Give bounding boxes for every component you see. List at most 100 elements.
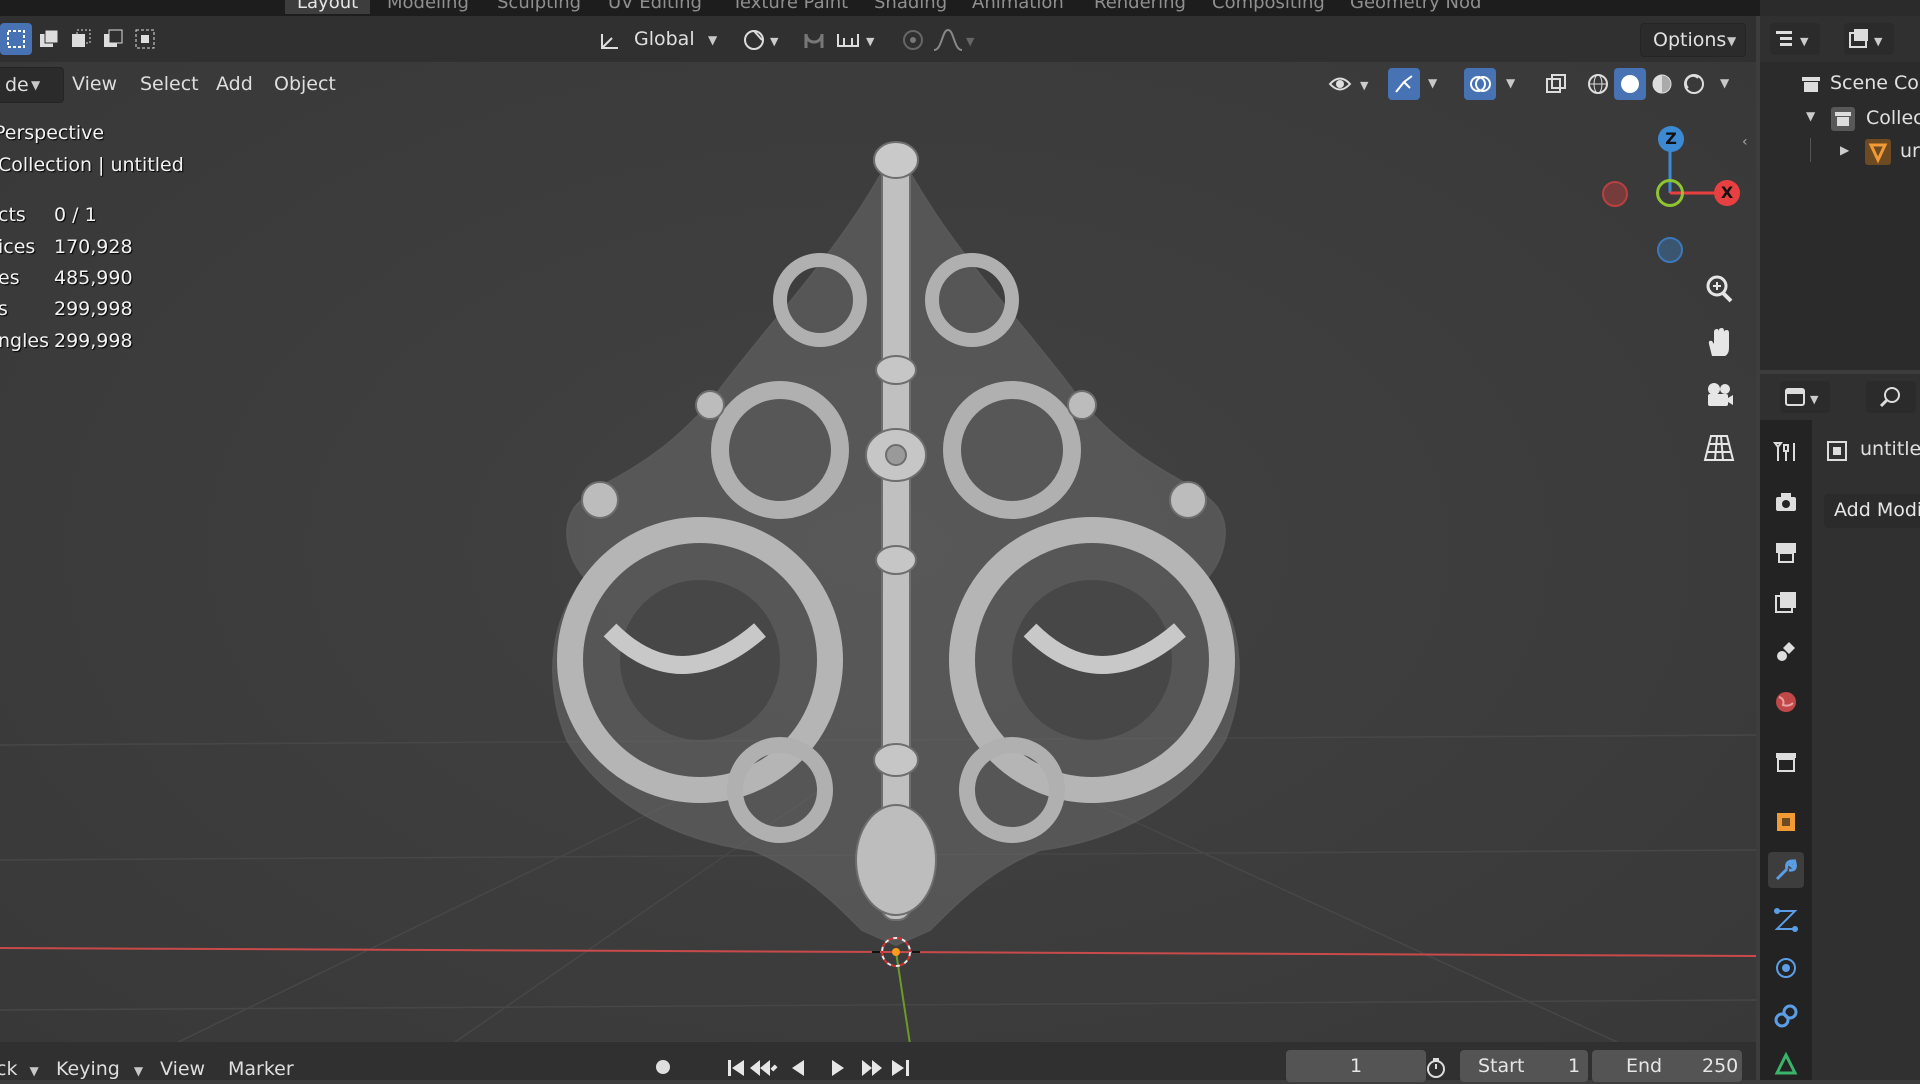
tab-modeling[interactable]: Modeling xyxy=(375,0,481,14)
add-modifier-label: Add Modif xyxy=(1834,499,1920,521)
solid-shading-icon[interactable] xyxy=(1614,68,1646,100)
expand-arrow-icon[interactable]: ▼ xyxy=(1806,109,1815,123)
current-frame-field[interactable]: 1 xyxy=(1286,1050,1426,1082)
timeline-menu-view[interactable]: View xyxy=(160,1058,205,1080)
properties-search-icon[interactable] xyxy=(1866,381,1916,413)
material-shading-icon[interactable] xyxy=(1646,68,1678,100)
gizmo-neg-x-axis[interactable] xyxy=(1602,181,1628,207)
visibility-dropdown[interactable]: ▼ xyxy=(1326,68,1374,100)
tool-tab-icon[interactable] xyxy=(1768,434,1804,470)
ortho-grid-icon[interactable] xyxy=(1697,426,1741,470)
gizmo-z-axis[interactable]: Z xyxy=(1658,126,1684,152)
gizmo-toggle-icon[interactable] xyxy=(1388,68,1420,100)
modifier-tab-icon[interactable] xyxy=(1768,852,1804,888)
timeline-mode-dropdown[interactable]: ck ▼ xyxy=(0,1058,39,1080)
object-mode-dropdown[interactable]: de ▼ xyxy=(0,67,64,103)
3d-viewport[interactable] xyxy=(0,16,1756,1080)
jump-to-keyframe-next-button[interactable] xyxy=(852,1056,884,1080)
overlays-dropdown-chevron[interactable]: ▼ xyxy=(1506,76,1515,90)
stopwatch-icon[interactable] xyxy=(1424,1056,1448,1080)
tab-texture-paint[interactable]: Texture Paint xyxy=(720,0,860,14)
play-button[interactable] xyxy=(822,1056,852,1080)
transform-orientation-dropdown[interactable]: Global ▼ xyxy=(596,24,726,56)
gizmo-y-axis[interactable] xyxy=(1656,179,1684,207)
pan-hand-icon[interactable] xyxy=(1697,320,1741,364)
particles-tab-icon[interactable] xyxy=(1768,902,1804,938)
expand-arrow-icon[interactable]: ▶ xyxy=(1840,143,1849,157)
eye-icon: ▼ xyxy=(1328,77,1369,92)
stat-label: s xyxy=(0,298,8,320)
stat-value: 0 / 1 xyxy=(54,204,97,226)
select-mode-invert-icon[interactable] xyxy=(97,23,129,55)
xray-toggle-icon[interactable] xyxy=(1540,68,1572,100)
stat-label: cts xyxy=(0,204,26,226)
data-tab-icon[interactable] xyxy=(1768,1046,1804,1082)
tab-uv-editing[interactable]: UV Editing xyxy=(596,0,714,14)
tab-layout[interactable]: Layout xyxy=(285,0,371,14)
constraints-tab-icon[interactable] xyxy=(1768,998,1804,1034)
menu-object[interactable]: Object xyxy=(266,67,344,101)
view-name: Perspective xyxy=(0,122,104,144)
wireframe-shading-icon[interactable] xyxy=(1582,68,1614,100)
viewport-scene xyxy=(0,16,1756,1080)
outliner-row-object[interactable]: ▶ ur xyxy=(1810,138,1920,166)
tab-compositing[interactable]: Compositing xyxy=(1200,0,1337,14)
gizmo-x-axis[interactable]: X xyxy=(1714,180,1740,206)
snap-toggle-icon[interactable] xyxy=(800,24,830,56)
editor-type-dropdown[interactable]: ▼ xyxy=(1770,23,1820,55)
scene-tab-icon[interactable] xyxy=(1768,634,1804,670)
select-mode-extend-icon[interactable] xyxy=(33,23,65,55)
keying-dropdown[interactable]: Keying ▼ xyxy=(56,1058,143,1080)
tab-rendering[interactable]: Rendering xyxy=(1082,0,1198,14)
render-tab-icon[interactable] xyxy=(1768,484,1804,520)
add-modifier-button[interactable]: Add Modif xyxy=(1824,494,1920,528)
physics-tab-icon[interactable] xyxy=(1768,950,1804,986)
pivot-point-dropdown[interactable]: ▼ xyxy=(740,24,786,56)
stat-label: ngles xyxy=(0,330,49,352)
tab-shading[interactable]: Shading xyxy=(862,0,959,14)
select-mode-subtract-icon[interactable] xyxy=(65,23,97,55)
camera-view-icon[interactable] xyxy=(1697,373,1741,417)
gizmo-neg-z-axis[interactable] xyxy=(1657,237,1683,263)
start-frame-label: Start xyxy=(1478,1055,1525,1077)
menu-select[interactable]: Select xyxy=(132,67,207,101)
menu-add[interactable]: Add xyxy=(208,67,261,101)
view-layer-tab-icon[interactable] xyxy=(1768,584,1804,620)
play-reverse-button[interactable] xyxy=(792,1056,822,1080)
snap-target-dropdown[interactable]: ▼ xyxy=(834,24,884,56)
start-frame-field[interactable]: Start 1 xyxy=(1460,1050,1588,1082)
tab-sculpting[interactable]: Sculpting xyxy=(485,0,593,14)
rendered-shading-icon[interactable] xyxy=(1678,68,1710,100)
timeline-menu-marker[interactable]: Marker xyxy=(228,1058,294,1080)
tab-geometry-nodes[interactable]: Geometry Nod xyxy=(1338,0,1493,14)
options-dropdown[interactable]: Options ▼ xyxy=(1640,23,1746,57)
auto-keying-record-icon[interactable] xyxy=(652,1056,674,1078)
select-mode-intersect-icon[interactable] xyxy=(129,23,161,55)
select-mode-set-icon[interactable] xyxy=(0,23,32,55)
shading-dropdown-chevron[interactable]: ▼ xyxy=(1720,76,1729,90)
end-frame-value: 250 xyxy=(1702,1055,1739,1077)
world-tab-icon[interactable] xyxy=(1768,684,1804,720)
proportional-falloff-icon[interactable]: ▼ xyxy=(930,24,980,56)
properties-editor-type-dropdown[interactable]: ▼ xyxy=(1780,381,1830,413)
outliner-row-collection[interactable]: ▼ Collec xyxy=(1806,104,1920,132)
sidebar-toggle-icon[interactable]: ‹ xyxy=(1742,134,1748,150)
gizmo-dropdown-chevron[interactable]: ▼ xyxy=(1428,76,1437,90)
proportional-edit-icon[interactable] xyxy=(898,24,928,56)
menu-view[interactable]: View xyxy=(64,67,125,101)
jump-to-end-button[interactable] xyxy=(884,1056,914,1080)
chevron-down-icon: ▼ xyxy=(708,33,718,47)
zoom-icon[interactable] xyxy=(1697,267,1741,311)
collection-icon xyxy=(1831,107,1855,131)
jump-to-keyframe-prev-button[interactable] xyxy=(756,1056,792,1080)
overlays-toggle-icon[interactable] xyxy=(1464,68,1496,100)
object-tab-icon[interactable] xyxy=(1768,804,1804,840)
output-tab-icon[interactable] xyxy=(1768,534,1804,570)
navigation-gizmo[interactable]: Z X xyxy=(1596,120,1740,270)
collection-tab-icon[interactable] xyxy=(1768,744,1804,780)
tab-animation[interactable]: Animation xyxy=(960,0,1076,14)
display-mode-dropdown[interactable]: ▼ xyxy=(1844,23,1894,55)
end-frame-field[interactable]: End 250 xyxy=(1592,1050,1742,1082)
jump-to-start-button[interactable] xyxy=(726,1056,756,1080)
outliner-row-scene-collection[interactable]: Scene Col xyxy=(1796,70,1920,98)
